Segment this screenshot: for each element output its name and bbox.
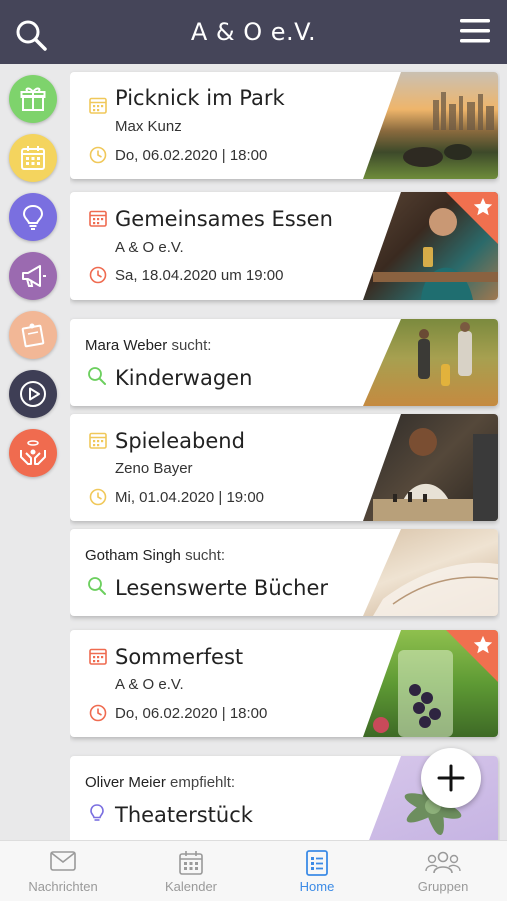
star-icon — [473, 197, 493, 216]
recommend-title: Theaterstück — [115, 803, 253, 827]
event-photo — [363, 414, 498, 521]
event-title: Picknick im Park — [115, 86, 285, 110]
search-card[interactable]: Mara Weber sucht: Kinderwagen — [70, 319, 498, 406]
author-name: Gotham Singh — [85, 547, 181, 564]
event-organizer: Max Kunz — [115, 118, 182, 135]
helping-hands-icon — [20, 440, 46, 465]
search-author: Mara Weber sucht: — [85, 337, 211, 354]
gift-icon — [20, 87, 46, 111]
author-name: Oliver Meier — [85, 774, 166, 791]
book-pages-image — [373, 562, 498, 616]
event-date: Mi, 01.04.2020 | 19:00 — [115, 489, 265, 506]
event-date: Sa, 18.04.2020 um 19:00 — [115, 267, 284, 284]
play-icon — [20, 381, 46, 407]
event-organizer: Zeno Bayer — [115, 460, 193, 477]
event-photo — [363, 72, 498, 179]
clock-icon — [89, 704, 107, 722]
family-walking-image — [418, 322, 472, 386]
search-photo — [363, 319, 498, 406]
author-verb: sucht: — [171, 337, 212, 354]
event-date: Do, 06.02.2020 | 18:00 — [115, 147, 268, 164]
tab-label: Gruppen — [417, 879, 469, 894]
search-author: Gotham Singh sucht: — [85, 547, 225, 564]
note-icon — [21, 323, 45, 348]
search-title: Kinderwagen — [115, 366, 253, 390]
lightbulb-icon — [90, 804, 104, 821]
category-help[interactable] — [9, 429, 57, 477]
add-button[interactable] — [421, 748, 481, 808]
group-icon — [425, 851, 461, 874]
event-card[interactable]: Gemeinsames Essen A & O e.V. Sa, 18.04.2… — [70, 192, 498, 300]
tab-label: Home — [299, 879, 335, 894]
menu-button[interactable] — [459, 16, 491, 46]
clock-icon — [89, 266, 107, 284]
calendar-icon — [89, 432, 107, 449]
tab-label: Nachrichten — [28, 879, 98, 894]
chess-game-image — [373, 428, 498, 521]
category-notes[interactable] — [9, 311, 57, 359]
tab-label: Kalender — [164, 879, 218, 894]
event-organizer: A & O e.V. — [115, 676, 184, 693]
tab-home[interactable]: Home — [254, 841, 380, 901]
event-card[interactable]: Picknick im Park Max Kunz Do, 06.02.2020… — [70, 72, 498, 179]
clock-icon — [89, 146, 107, 164]
event-date: Do, 06.02.2020 | 18:00 — [115, 705, 268, 722]
category-gift[interactable] — [9, 75, 57, 123]
tab-nachrichten[interactable]: Nachrichten — [0, 841, 126, 901]
city-skyline-image — [403, 92, 494, 167]
bottom-tab-bar: Nachrichten Kalender Home Gruppen — [0, 840, 507, 901]
recommend-author: Oliver Meier empfiehlt: — [85, 774, 235, 791]
list-icon — [306, 850, 328, 876]
tab-kalender[interactable]: Kalender — [128, 841, 254, 901]
lightbulb-icon — [22, 204, 44, 230]
megaphone-icon — [22, 265, 46, 287]
hamburger-icon — [460, 19, 490, 43]
event-card[interactable]: Sommerfest A & O e.V. Do, 06.02.2020 | 1… — [70, 630, 498, 737]
search-icon — [88, 367, 106, 385]
clock-icon — [89, 488, 107, 506]
category-calendar[interactable] — [9, 134, 57, 182]
category-ideas[interactable] — [9, 193, 57, 241]
feed: Picknick im Park Max Kunz Do, 06.02.2020… — [70, 64, 500, 840]
event-card[interactable]: Spieleabend Zeno Bayer Mi, 01.04.2020 | … — [70, 414, 498, 521]
search-icon — [88, 577, 106, 595]
author-verb: sucht: — [185, 547, 226, 564]
event-title: Sommerfest — [115, 645, 244, 669]
category-media[interactable] — [9, 370, 57, 418]
app-header: A & O e.V. — [0, 0, 507, 64]
tab-gruppen[interactable]: Gruppen — [380, 841, 506, 901]
event-title: Spieleabend — [115, 429, 245, 453]
calendar-icon — [89, 97, 107, 114]
search-photo — [363, 529, 498, 616]
calendar-icon — [21, 146, 45, 170]
mail-icon — [50, 851, 76, 871]
event-organizer: A & O e.V. — [115, 239, 184, 256]
event-title: Gemeinsames Essen — [115, 207, 333, 231]
calendar-icon — [179, 851, 203, 875]
search-card[interactable]: Gotham Singh sucht: Lesenswerte Bücher — [70, 529, 498, 616]
star-icon — [473, 635, 493, 654]
plus-icon — [437, 764, 465, 792]
app-title: A & O e.V. — [190, 18, 317, 46]
calendar-icon — [89, 210, 107, 227]
calendar-icon — [89, 648, 107, 665]
category-announcements[interactable] — [9, 252, 57, 300]
author-name: Mara Weber — [85, 337, 168, 354]
category-sidebar — [0, 64, 66, 840]
search-title: Lesenswerte Bücher — [115, 576, 329, 600]
author-verb: empfiehlt: — [170, 774, 236, 791]
